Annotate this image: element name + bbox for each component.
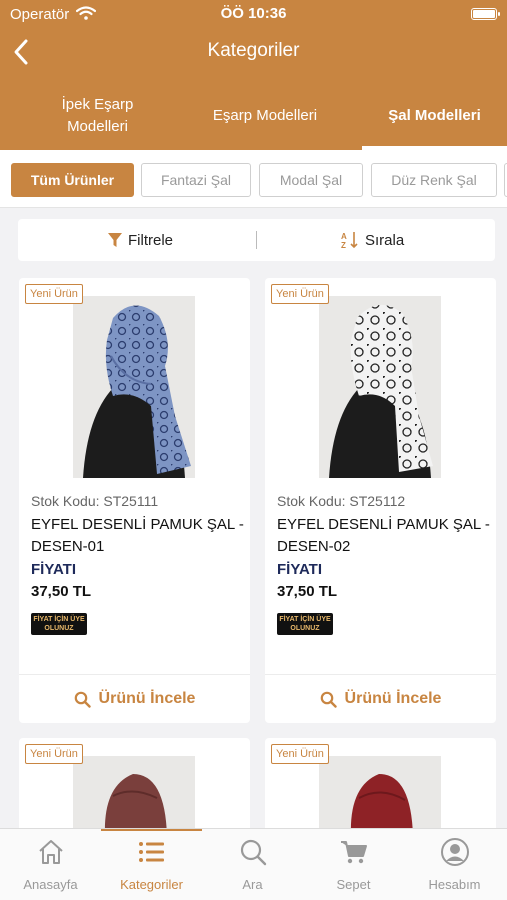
product-price: 37,50 TL (31, 583, 92, 600)
toolbar-divider (256, 231, 257, 249)
category-tabs: İpek Eşarp Modelleri Eşarp Modelleri Şal… (0, 82, 507, 150)
search-icon (320, 691, 337, 708)
status-time: ÖÖ 10:36 (220, 5, 287, 22)
user-icon (441, 838, 469, 866)
inspect-product-button[interactable]: Ürünü İncele (265, 675, 496, 723)
tab-sal[interactable]: Şal Modelleri (362, 82, 507, 150)
nav-bar: Kategoriler (0, 34, 507, 70)
home-icon (39, 840, 63, 864)
product-card[interactable]: Yeni Ürün Stok Kodu: ST25111 EYFEL DESEN… (19, 278, 250, 723)
member-price-banner[interactable]: FİYAT İÇİN ÜYE OLUNUZ (277, 613, 333, 635)
tab-esarp[interactable]: Eşarp Modelleri (190, 82, 340, 150)
product-name[interactable]: EYFEL DESENLİ PAMUK ŞAL - DESEN-02 (277, 514, 492, 558)
filter-chips: Tüm Ürünler Fantazi Şal Modal Şal Düz Re… (0, 150, 507, 208)
svg-text:A: A (341, 232, 347, 241)
product-name[interactable]: EYFEL DESENLİ PAMUK ŞAL - DESEN-01 (31, 514, 246, 558)
battery-icon (471, 8, 500, 20)
status-bar: Operatör ÖÖ 10:36 (0, 0, 507, 30)
chip-duz-renk-sal[interactable]: Düz Renk Şal (371, 163, 497, 197)
stock-code: Stok Kodu: ST25111 (31, 493, 159, 509)
search-icon (240, 839, 267, 866)
filter-icon (108, 233, 122, 247)
inspect-product-button[interactable]: Ürünü İncele (19, 675, 250, 723)
page-title: Kategoriler (207, 40, 300, 61)
tab-account[interactable]: Hesabım (404, 829, 505, 900)
tab-ipek-esarp[interactable]: İpek Eşarp Modelleri (30, 82, 165, 150)
product-image[interactable] (319, 296, 441, 478)
member-price-banner[interactable]: FİYAT İÇİN ÜYE OLUNUZ (31, 613, 87, 635)
tab-categories[interactable]: Kategoriler (101, 829, 202, 900)
new-badge: Yeni Ürün (25, 284, 83, 304)
cart-icon (341, 841, 367, 864)
product-image[interactable] (73, 296, 195, 478)
chip-all-products[interactable]: Tüm Ürünler (11, 163, 134, 197)
tab-home[interactable]: Anasayfa (0, 829, 101, 900)
sort-button[interactable]: A Z Sırala (341, 219, 404, 261)
price-label: FİYATI (31, 561, 77, 578)
stock-code: Stok Kodu: ST25112 (277, 493, 406, 509)
filter-sort-toolbar: Filtrele A Z Sırala (18, 219, 495, 261)
product-card[interactable]: Yeni Ürün Stok Kodu: ST25112 EYFEL DESEN… (265, 278, 496, 723)
new-badge: Yeni Ürün (271, 744, 329, 764)
tab-cart[interactable]: Sepet (303, 829, 404, 900)
new-badge: Yeni Ürün (271, 284, 329, 304)
sort-icon: A Z (341, 232, 358, 249)
new-badge: Yeni Ürün (25, 744, 83, 764)
tab-search[interactable]: Ara (202, 829, 303, 900)
filter-button[interactable]: Filtrele (108, 219, 173, 261)
search-icon (74, 691, 91, 708)
product-price: 37,50 TL (277, 583, 338, 600)
list-icon (139, 842, 164, 862)
chip-modal-sal[interactable]: Modal Şal (259, 163, 363, 197)
price-label: FİYATI (277, 561, 323, 578)
bottom-tab-bar: Anasayfa Kategoriler Ara Sepet Hesabım (0, 828, 507, 900)
svg-text:Z: Z (341, 241, 346, 249)
chip-fantazi-sal[interactable]: Fantazi Şal (141, 163, 251, 197)
